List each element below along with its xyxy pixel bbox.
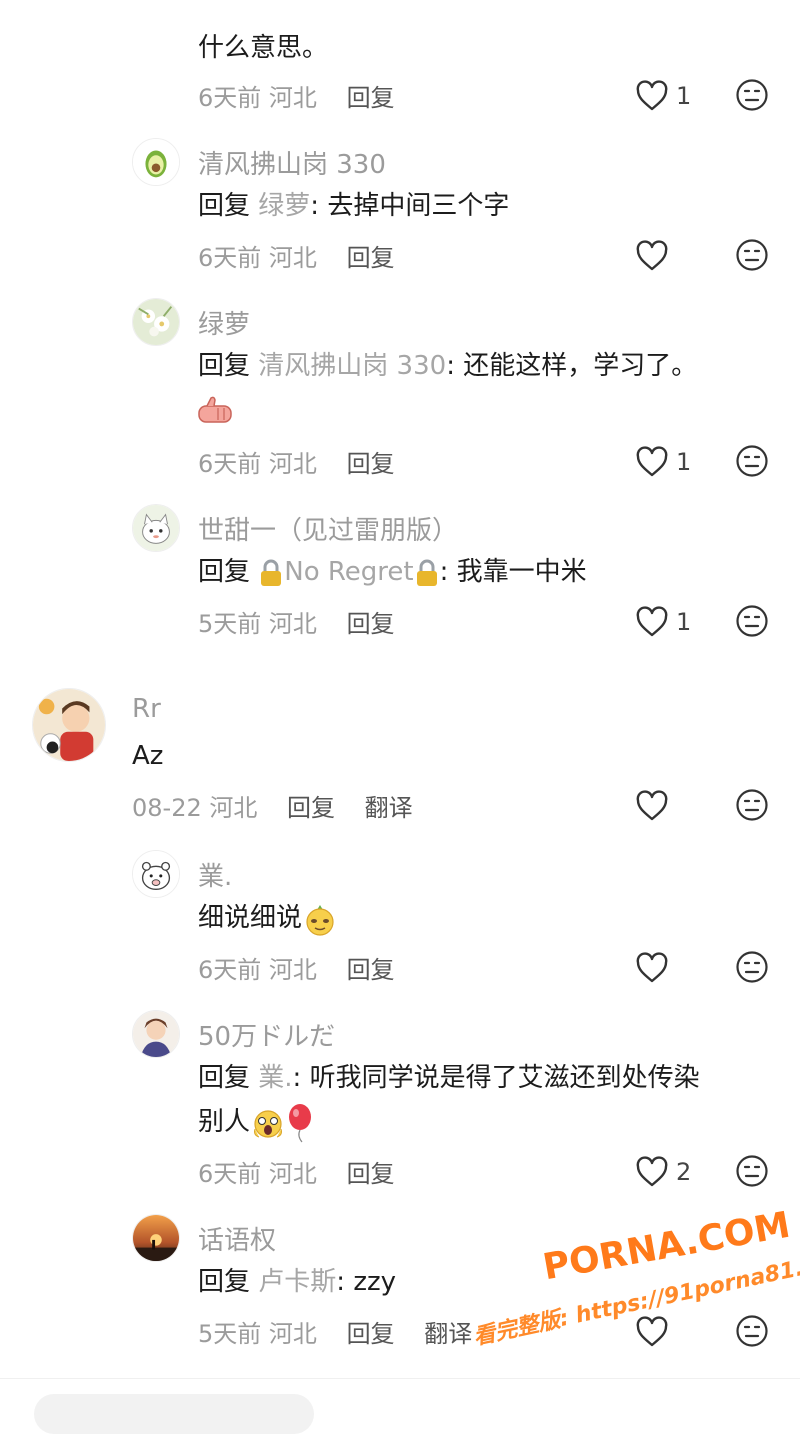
heart-icon[interactable] (635, 240, 669, 272)
comment-region: 河北 (268, 956, 317, 984)
comment-text: Az (132, 741, 164, 771)
lock-emoji-icon (416, 559, 437, 586)
heart-icon[interactable] (635, 80, 669, 112)
avatar[interactable] (132, 138, 180, 186)
reply-button[interactable]: 回复 (347, 1160, 395, 1188)
scream-face-emoji-icon (254, 1109, 283, 1138)
comment-author[interactable]: 世甜一（见过雷朋版） (198, 510, 458, 547)
comment-author[interactable]: 话语权 (198, 1220, 276, 1257)
hamster-sketch-avatar-icon (133, 851, 179, 897)
reply-button[interactable]: 回复 (347, 1320, 395, 1348)
comment-region: 河北 (268, 84, 317, 112)
like-count: 2 (676, 1158, 692, 1186)
dislike-face-icon[interactable] (735, 1154, 769, 1188)
comment-author[interactable]: 绿萝 (198, 304, 250, 341)
translate-button[interactable]: 翻译 (424, 1320, 472, 1348)
heart-icon[interactable] (635, 606, 669, 638)
dislike-face-icon[interactable] (735, 1314, 769, 1348)
avatar[interactable] (132, 298, 180, 346)
avatar[interactable] (132, 504, 180, 552)
comment-region: 河北 (268, 610, 317, 638)
lock-emoji-icon (261, 559, 282, 586)
avatar[interactable] (132, 1214, 180, 1262)
reply-button[interactable]: 回复 (347, 244, 395, 272)
comment-region: 河北 (268, 1320, 317, 1348)
comment-meta: 5天前 河北 回复 (198, 604, 395, 639)
avocado-avatar-icon (133, 139, 179, 185)
comment-region: 河北 (268, 244, 317, 272)
comment-region: 河北 (268, 1160, 317, 1188)
reply-button[interactable]: 回复 (347, 610, 395, 638)
like-count: 1 (676, 448, 692, 476)
mention-link[interactable]: 卢卡斯 (258, 1267, 336, 1297)
reply-button[interactable]: 回复 (347, 956, 395, 984)
comment-meta: 6天前 河北 回复 (198, 1154, 395, 1189)
comment-author[interactable]: Rr (132, 694, 161, 724)
avatar[interactable] (132, 1010, 180, 1058)
comment-text: 回复 業.: 听我同学说是得了艾滋还到处传染 (198, 1063, 700, 1093)
comment-text: 回复 No Regret: 我靠一中米 (198, 557, 587, 587)
flowers-avatar-icon (133, 299, 179, 345)
comment-author[interactable]: 業. (198, 856, 232, 893)
heart-icon[interactable] (635, 446, 669, 478)
comment-time: 6天前 (198, 956, 262, 984)
comment-meta: 6天前 河北 回复 (198, 238, 395, 273)
smug-face-emoji-icon (306, 904, 334, 936)
comment-region: 河北 (268, 450, 317, 478)
comment-meta: 08-22 河北 回复 翻译 (132, 788, 413, 823)
comment-time: 6天前 (198, 244, 262, 272)
anime-character-avatar-icon (133, 1011, 179, 1057)
thumbs-up-emoji-icon (198, 396, 232, 423)
comment-text: 回复 卢卡斯: zzy (198, 1267, 397, 1297)
reply-button[interactable]: 回复 (287, 794, 335, 822)
mention-link[interactable]: 業. (258, 1063, 292, 1093)
comment-meta: 6天前 河北 回复 (198, 950, 395, 985)
comment-time: 08-22 (132, 794, 202, 822)
heart-icon[interactable] (635, 790, 669, 822)
comment-time: 6天前 (198, 84, 262, 112)
comment-input[interactable] (34, 1394, 314, 1434)
comment-author[interactable]: 清风拂山岗 330 (198, 144, 386, 181)
like-count: 1 (676, 82, 692, 110)
comment-text-continued: 别人 (198, 1100, 314, 1144)
balloon-emoji-icon (289, 1103, 312, 1142)
comment-time: 5天前 (198, 610, 262, 638)
heart-icon[interactable] (635, 1316, 669, 1348)
mention-link[interactable]: 清风拂山岗 330 (258, 351, 446, 381)
dislike-face-icon[interactable] (735, 604, 769, 638)
mention-link[interactable]: No Regret (284, 557, 413, 587)
comment-text: 什么意思。 (198, 33, 329, 63)
cat-sticker-avatar-icon (133, 505, 179, 551)
dislike-face-icon[interactable] (735, 788, 769, 822)
comment-time: 5天前 (198, 1320, 262, 1348)
sunset-photo-avatar-icon (133, 1215, 179, 1261)
translate-button[interactable]: 翻译 (365, 794, 413, 822)
comment-text: 回复 绿萝: 去掉中间三个字 (198, 191, 510, 221)
like-count: 1 (676, 608, 692, 636)
avatar[interactable] (32, 688, 106, 762)
comment-text: 回复 清风拂山岗 330: 还能这样，学习了。 (198, 351, 698, 381)
dislike-face-icon[interactable] (735, 78, 769, 112)
avatar[interactable] (132, 850, 180, 898)
comment-time: 6天前 (198, 1160, 262, 1188)
heart-icon[interactable] (635, 1156, 669, 1188)
reply-button[interactable]: 回复 (347, 450, 395, 478)
comment-author[interactable]: 50万ドルだ (198, 1016, 335, 1053)
reply-button[interactable]: 回复 (347, 84, 395, 112)
comment-text: 细说细说 (198, 896, 338, 940)
cartoon-boy-avatar-icon (33, 689, 105, 761)
comment-meta: 5天前 河北 回复 翻译 (198, 1314, 472, 1349)
comment-time: 6天前 (198, 450, 262, 478)
comment-meta: 6天前 河北 回复 (198, 444, 395, 479)
dislike-face-icon[interactable] (735, 950, 769, 984)
mention-link[interactable]: 绿萝 (258, 191, 310, 221)
heart-icon[interactable] (635, 952, 669, 984)
dislike-face-icon[interactable] (735, 444, 769, 478)
dislike-face-icon[interactable] (735, 238, 769, 272)
comment-region: 河北 (209, 794, 258, 822)
comment-meta: 6天前 河北 回复 (198, 78, 395, 113)
